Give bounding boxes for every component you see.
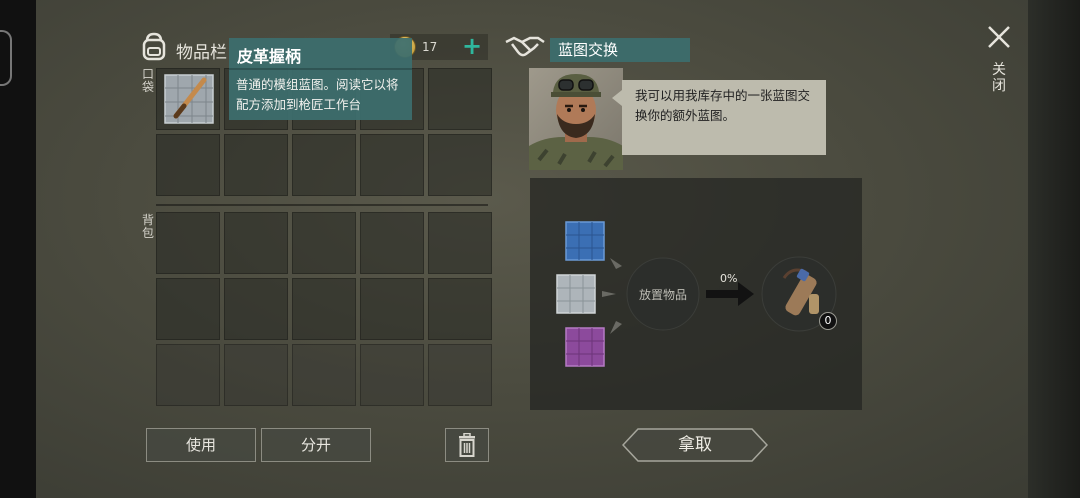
blue-blueprint-input[interactable] bbox=[565, 221, 605, 261]
inventory-slot[interactable] bbox=[292, 212, 356, 274]
inventory-slot[interactable] bbox=[428, 278, 492, 340]
npc-portrait bbox=[529, 68, 623, 170]
use-button[interactable]: 使用 bbox=[146, 428, 256, 462]
exchange-progress: 0% bbox=[720, 272, 738, 285]
left-system-bar bbox=[0, 0, 36, 498]
game-screen: 物品栏 17 + 口袋 背包 皮革握柄 普通的模组蓝图。阅读它以将配方添加到枪匠… bbox=[0, 0, 1080, 498]
inventory-slot[interactable] bbox=[156, 278, 220, 340]
inventory-slot[interactable] bbox=[428, 68, 492, 130]
leather-grip-blueprint-item[interactable] bbox=[162, 72, 216, 126]
handshake-icon bbox=[505, 36, 545, 57]
coin-count: 17 bbox=[422, 40, 438, 54]
locked-slot bbox=[224, 344, 288, 406]
place-item-label: 放置物品 bbox=[638, 288, 687, 302]
close-icon[interactable] bbox=[986, 24, 1012, 50]
trash-button[interactable] bbox=[445, 428, 489, 462]
inventory-slot[interactable] bbox=[428, 134, 492, 196]
backpack-grid bbox=[156, 212, 492, 406]
speech-bubble-tail bbox=[612, 90, 622, 106]
take-button[interactable]: 拿取 bbox=[622, 428, 768, 462]
result-count-badge: 0 bbox=[819, 312, 837, 330]
add-coins-button[interactable]: + bbox=[462, 32, 482, 60]
inventory-slot[interactable] bbox=[428, 212, 492, 274]
inventory-slot[interactable] bbox=[292, 278, 356, 340]
item-tooltip: 皮革握柄 普通的模组蓝图。阅读它以将配方添加到枪匠工作台 bbox=[229, 38, 412, 120]
inventory-slot[interactable] bbox=[224, 278, 288, 340]
locked-slot bbox=[428, 344, 492, 406]
inventory-slot[interactable] bbox=[224, 134, 288, 196]
backpack-label: 背包 bbox=[141, 213, 154, 240]
backpack-icon bbox=[142, 32, 166, 61]
locked-slot bbox=[292, 344, 356, 406]
inventory-slot[interactable] bbox=[292, 134, 356, 196]
input-arrow-icons bbox=[602, 258, 622, 334]
tooltip-title: 皮革握柄 bbox=[237, 47, 302, 66]
section-divider bbox=[156, 204, 488, 206]
close-label[interactable]: 关闭 bbox=[990, 62, 1008, 94]
purple-blueprint-input[interactable] bbox=[565, 327, 605, 367]
inventory-slot[interactable] bbox=[156, 134, 220, 196]
right-edge-panel bbox=[1028, 0, 1080, 498]
locked-slot bbox=[360, 344, 424, 406]
inventory-slot[interactable] bbox=[360, 134, 424, 196]
inventory-slot[interactable] bbox=[360, 212, 424, 274]
exchange-title: 蓝图交换 bbox=[550, 38, 690, 62]
split-button[interactable]: 分开 bbox=[261, 428, 371, 462]
tooltip-divider bbox=[229, 68, 412, 70]
inventory-title: 物品栏 bbox=[176, 43, 227, 63]
exchange-panel: 放置物品 0% 0 bbox=[530, 178, 862, 410]
inventory-slot[interactable] bbox=[224, 212, 288, 274]
camera-notch bbox=[0, 30, 12, 86]
inventory-slot[interactable] bbox=[360, 278, 424, 340]
locked-slot bbox=[156, 344, 220, 406]
gray-blueprint-input[interactable] bbox=[556, 274, 596, 314]
pocket-label: 口袋 bbox=[141, 67, 154, 94]
inventory-slot[interactable] bbox=[156, 212, 220, 274]
npc-dialog: 我可以用我库存中的一张蓝图交换你的额外蓝图。 bbox=[622, 80, 826, 155]
arrow-right-icon bbox=[706, 282, 754, 306]
tooltip-description: 普通的模组蓝图。阅读它以将配方添加到枪匠工作台 bbox=[236, 77, 399, 112]
trash-icon bbox=[459, 432, 475, 457]
